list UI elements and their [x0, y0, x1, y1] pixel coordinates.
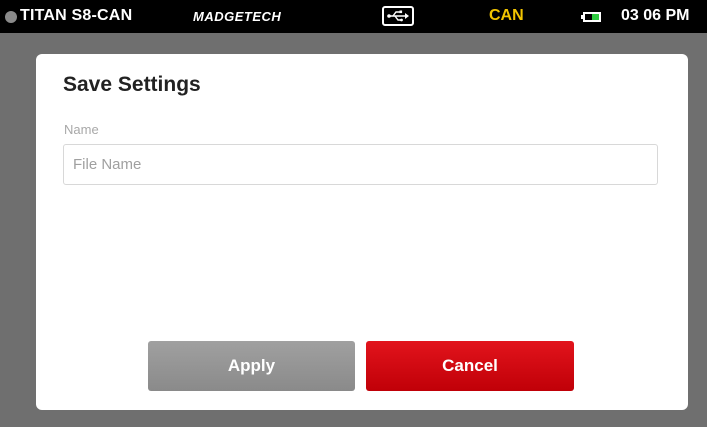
status-indicator-icon [5, 11, 17, 23]
device-name: TITAN S8-CAN [20, 7, 133, 24]
usb-icon [382, 6, 414, 26]
brand-logo: MADGETECH [193, 9, 282, 24]
dialog-title: Save Settings [63, 73, 201, 96]
apply-button[interactable]: Apply [148, 341, 355, 391]
mode-indicator: CAN [489, 7, 524, 24]
battery-level [592, 14, 599, 20]
file-name-input[interactable] [63, 144, 658, 185]
clock: 03 06 PM [621, 7, 690, 24]
cancel-button[interactable]: Cancel [366, 341, 574, 391]
battery-icon [581, 12, 601, 22]
status-bar: TITAN S8-CAN MADGETECH CAN 03 06 PM [0, 0, 707, 33]
save-settings-dialog: Save Settings Name Apply Cancel [36, 54, 688, 410]
name-label: Name [64, 122, 99, 137]
